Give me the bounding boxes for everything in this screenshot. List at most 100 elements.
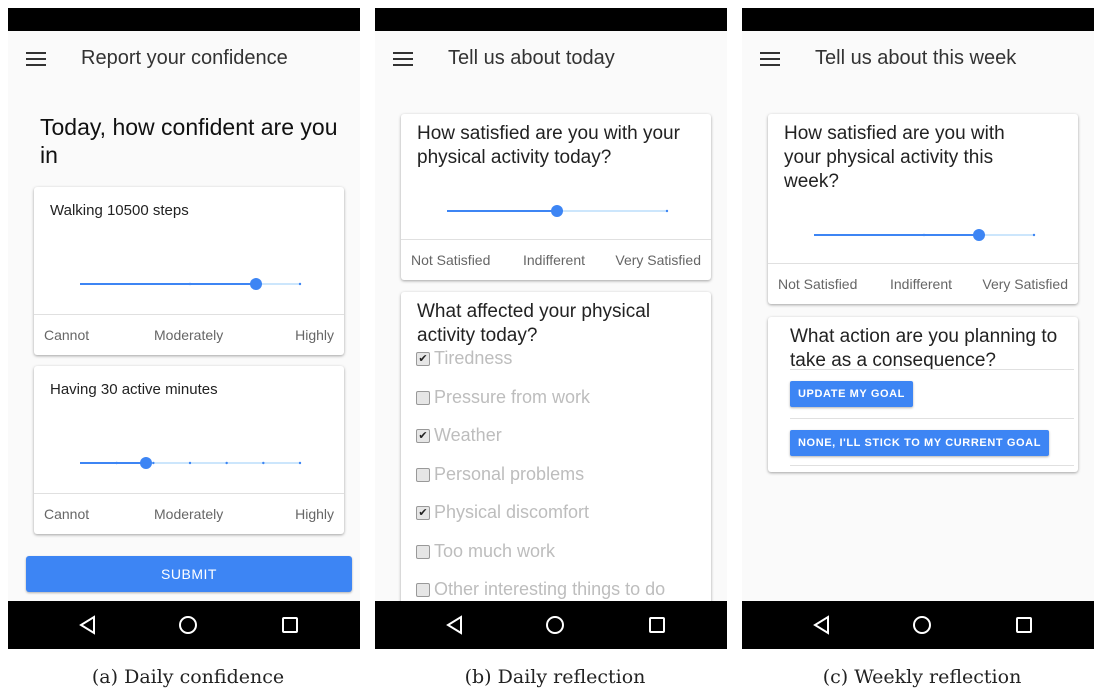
screen-weekly-reflection: Tell us about this week How satisfied ar… [742,8,1094,649]
home-icon[interactable] [168,601,208,649]
satisfaction-question: How satisfied are you with your physical… [417,123,680,168]
screen-daily-confidence: Report your confidence Today, how confid… [8,8,360,649]
divider [790,369,1074,370]
checkbox[interactable]: ✔ [416,352,430,366]
scale-label-high: Highly [295,327,334,343]
slider-thumb [973,229,985,241]
page-title: Report your confidence [81,47,288,69]
recent-apps-icon[interactable] [270,601,310,649]
confidence-slider[interactable] [78,277,314,291]
scale-label-mid: Indifferent [523,252,586,268]
checkbox[interactable] [416,583,430,597]
slider-tick [298,282,302,286]
satisfaction-question: How satisfied are you with your physical… [784,123,1005,192]
confidence-slider[interactable] [78,456,314,470]
scale-label-high: Very Satisfied [982,276,1068,292]
slider-tick [922,233,926,237]
nav-bar [8,601,360,649]
slider-graphic [814,229,1036,241]
checkbox[interactable]: ✔ [416,429,430,443]
satisfaction-card: How satisfied are you with your physical… [401,114,711,280]
recent-apps-icon[interactable] [1004,601,1044,649]
satisfaction-slider[interactable] [812,228,1048,242]
caption-daily-confidence: (a) Daily confidence [91,666,285,688]
nav-bar [375,601,727,649]
update-goal-button[interactable]: UPDATE MY GOAL [790,381,913,407]
scale-label-low: Cannot [44,327,90,343]
status-bar [375,8,727,31]
divider [790,465,1074,466]
app-bar: Tell us about this week [742,31,1094,87]
slider-thumb [551,205,563,217]
nav-bar [742,601,1094,649]
satisfaction-card: How satisfied are you with your physical… [768,114,1078,304]
page-title: Tell us about today [448,47,615,69]
slider-tick [665,209,669,213]
slider-graphic [80,278,302,290]
slider-graphic [447,205,669,217]
back-icon[interactable] [802,601,842,649]
status-bar [742,8,1094,31]
home-icon[interactable] [902,601,942,649]
slider-tick [188,282,192,286]
option-label: Too much work [434,541,556,561]
scale-label-high: Highly [295,506,334,522]
back-icon[interactable] [435,601,475,649]
factors-question: What affected your physical activity tod… [417,301,651,346]
scale-label-high: Very Satisfied [615,252,701,268]
scale-label-low: Cannot [44,506,90,522]
option-label: Tiredness [434,348,513,368]
slider-thumb [140,457,152,469]
submit-button[interactable]: SUBMIT [26,556,352,592]
option-label: Physical discomfort [434,502,590,522]
option-label: Personal problems [434,464,585,484]
option-label: Weather [434,425,502,445]
scale-label-mid: Moderately [154,327,224,343]
app-bar: Tell us about today [375,31,727,87]
menu-icon[interactable] [760,52,780,66]
checkbox[interactable]: ✔ [416,506,430,520]
home-icon[interactable] [535,601,575,649]
keep-goal-button[interactable]: NONE, I'LL STICK TO MY CURRENT GOAL [790,430,1050,456]
status-bar [8,8,360,31]
action-card: What action are you planning to take as … [768,317,1078,472]
page-title: Tell us about this week [815,47,1017,69]
card-label: Having 30 active minutes [50,381,218,398]
scale-label-low: Not Satisfied [778,276,858,292]
slider-tick [298,461,302,465]
slider-tick [188,461,192,465]
scale-labels: Not Satisfied Indifferent Very Satisfied [768,263,1078,304]
option-label: Other interesting things to do [434,579,666,599]
scale-labels: Cannot Moderately Highly [34,314,344,355]
scale-labels: Cannot Moderately Highly [34,493,344,534]
slider-tick [262,461,265,465]
slider-tick [225,461,228,465]
confidence-question: Today, how confident are you in [40,114,338,168]
slider-tick [1032,233,1036,237]
menu-icon[interactable] [26,52,46,66]
slider-thumb [250,278,262,290]
satisfaction-slider[interactable] [445,204,681,218]
back-icon[interactable] [68,601,108,649]
screen-daily-reflection: Tell us about today How satisfied are yo… [375,8,727,649]
scale-label-mid: Indifferent [890,276,953,292]
caption-daily-reflection: (b) Daily reflection [464,666,646,688]
menu-icon[interactable] [393,52,413,66]
scale-labels: Not Satisfied Indifferent Very Satisfied [401,239,711,280]
divider [790,418,1074,419]
checkbox[interactable] [416,545,430,559]
slider-tick [152,461,155,465]
slider-tick [115,461,118,465]
action-question: What action are you planning to take as … [790,326,1058,371]
card-label: Walking 10500 steps [50,202,189,219]
checkbox[interactable] [416,391,430,405]
slider-graphic [80,457,302,469]
recent-apps-icon[interactable] [637,601,677,649]
scale-label-mid: Moderately [154,506,224,522]
caption-weekly-reflection: (c) Weekly reflection [822,666,1022,688]
confidence-card-minutes: Having 30 active minutes Cannot Moderate… [34,366,344,534]
option-label: Pressure from work [434,387,591,407]
scale-label-low: Not Satisfied [411,252,491,268]
checkbox[interactable] [416,468,430,482]
confidence-card-steps: Walking 10500 steps Cannot Moderately Hi… [34,187,344,355]
